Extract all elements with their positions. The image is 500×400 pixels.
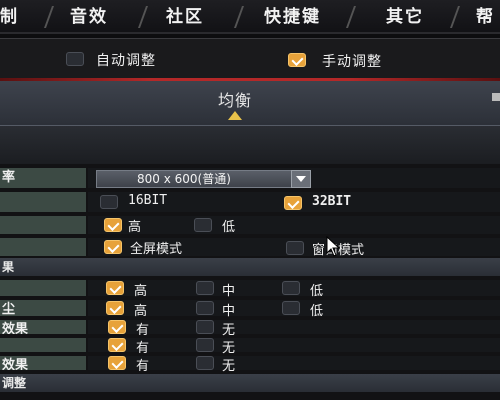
color-depth-row: 16BIT 32BIT	[0, 190, 500, 214]
effect-high-checkbox[interactable]	[106, 301, 124, 315]
preset-slider[interactable]: 均衡	[0, 81, 500, 126]
color-depth-label	[0, 192, 86, 212]
manual-adjust-label: 手动调整	[322, 54, 382, 70]
auto-adjust-checkbox[interactable]	[66, 52, 84, 66]
manual-adjust-checkbox[interactable]	[288, 53, 306, 67]
windowed-checkbox[interactable]	[286, 241, 304, 255]
tab-separator	[345, 6, 363, 28]
effect-row-label: 效果	[0, 320, 86, 334]
effect-low-checkbox[interactable]	[282, 281, 300, 295]
tab-help[interactable]: 帮	[476, 4, 495, 30]
tab-audio[interactable]: 音效	[70, 4, 108, 30]
tab-separator	[137, 6, 155, 28]
effect-off-checkbox[interactable]	[196, 320, 214, 334]
slider-pointer-icon[interactable]	[228, 111, 242, 120]
quality-high-checkbox[interactable]	[104, 218, 122, 232]
effect-row: 高 中 低	[0, 278, 500, 299]
quality-high-label: 高	[128, 220, 142, 235]
color-16bit-label: 16BIT	[128, 193, 168, 208]
effect-off-label: 无	[222, 359, 236, 374]
effect-row-label	[0, 338, 86, 352]
quality-low-checkbox[interactable]	[194, 218, 212, 232]
resolution-select[interactable]: 800 x 600(普通)	[96, 170, 311, 188]
row-cell	[88, 216, 500, 234]
effect-row-label: 效果	[0, 356, 86, 370]
tab-separator	[233, 6, 251, 28]
tab-community[interactable]: 社区	[166, 4, 204, 30]
color-16bit-checkbox[interactable]	[100, 195, 118, 209]
quality-label	[0, 216, 86, 234]
effect-off-checkbox[interactable]	[196, 338, 214, 352]
top-tab-bar: 制 音效 社区 快捷键 其它 帮	[0, 0, 500, 34]
resolution-value: 800 x 600(普通)	[137, 172, 231, 186]
effect-on-checkbox[interactable]	[108, 338, 126, 352]
row-cell	[88, 320, 500, 334]
mouse-cursor-icon	[326, 236, 341, 257]
effect-high-label: 高	[134, 284, 148, 299]
color-32bit-label: 32BIT	[312, 194, 352, 209]
effect-mid-checkbox[interactable]	[196, 281, 214, 295]
tab-control[interactable]: 制	[0, 4, 19, 30]
tab-hotkeys[interactable]: 快捷键	[264, 4, 321, 30]
effect-row-label: 尘	[0, 300, 86, 316]
adjust-mode-row: 自动调整 手动调整	[0, 38, 500, 78]
effect-row: 尘 高 中 低	[0, 298, 500, 319]
fullscreen-checkbox[interactable]	[104, 240, 122, 254]
fullscreen-label: 全屏模式	[130, 242, 183, 257]
effect-on-checkbox[interactable]	[108, 356, 126, 370]
auto-adjust-label: 自动调整	[96, 53, 156, 69]
tab-separator	[43, 6, 61, 28]
effect-on-checkbox[interactable]	[108, 320, 126, 334]
quality-low-label: 低	[222, 220, 236, 235]
effects-section-header: 果	[0, 258, 500, 276]
tab-separator	[449, 6, 467, 28]
row-cell	[88, 338, 500, 352]
effect-row: 效果 有 无	[0, 354, 500, 374]
row-cell	[88, 356, 500, 370]
preset-label: 均衡	[217, 91, 252, 110]
display-mode-label	[0, 238, 86, 256]
slider-end-marker	[492, 93, 500, 101]
effect-mid-checkbox[interactable]	[196, 301, 214, 315]
quality-row: 高 低	[0, 214, 500, 236]
effect-high-label: 高	[134, 304, 148, 319]
effect-high-checkbox[interactable]	[106, 281, 124, 295]
effect-row: 有 无	[0, 336, 500, 356]
effect-row: 效果 有 无	[0, 318, 500, 338]
display-mode-row: 全屏模式 窗口模式	[0, 236, 500, 258]
effect-mid-label: 中	[222, 304, 236, 319]
effect-low-label: 低	[310, 304, 324, 319]
effect-low-label: 低	[310, 284, 324, 299]
spacer	[0, 126, 500, 164]
effect-off-checkbox[interactable]	[196, 356, 214, 370]
tab-other[interactable]: 其它	[386, 4, 424, 30]
effect-on-label: 有	[136, 359, 150, 374]
resolution-label: 率	[0, 168, 86, 188]
adjust-section-header: 调整	[0, 374, 500, 392]
color-32bit-checkbox[interactable]	[284, 196, 302, 210]
effect-row-label	[0, 280, 86, 296]
effect-low-checkbox[interactable]	[282, 301, 300, 315]
effect-mid-label: 中	[222, 284, 236, 299]
chevron-down-icon[interactable]	[291, 170, 311, 188]
